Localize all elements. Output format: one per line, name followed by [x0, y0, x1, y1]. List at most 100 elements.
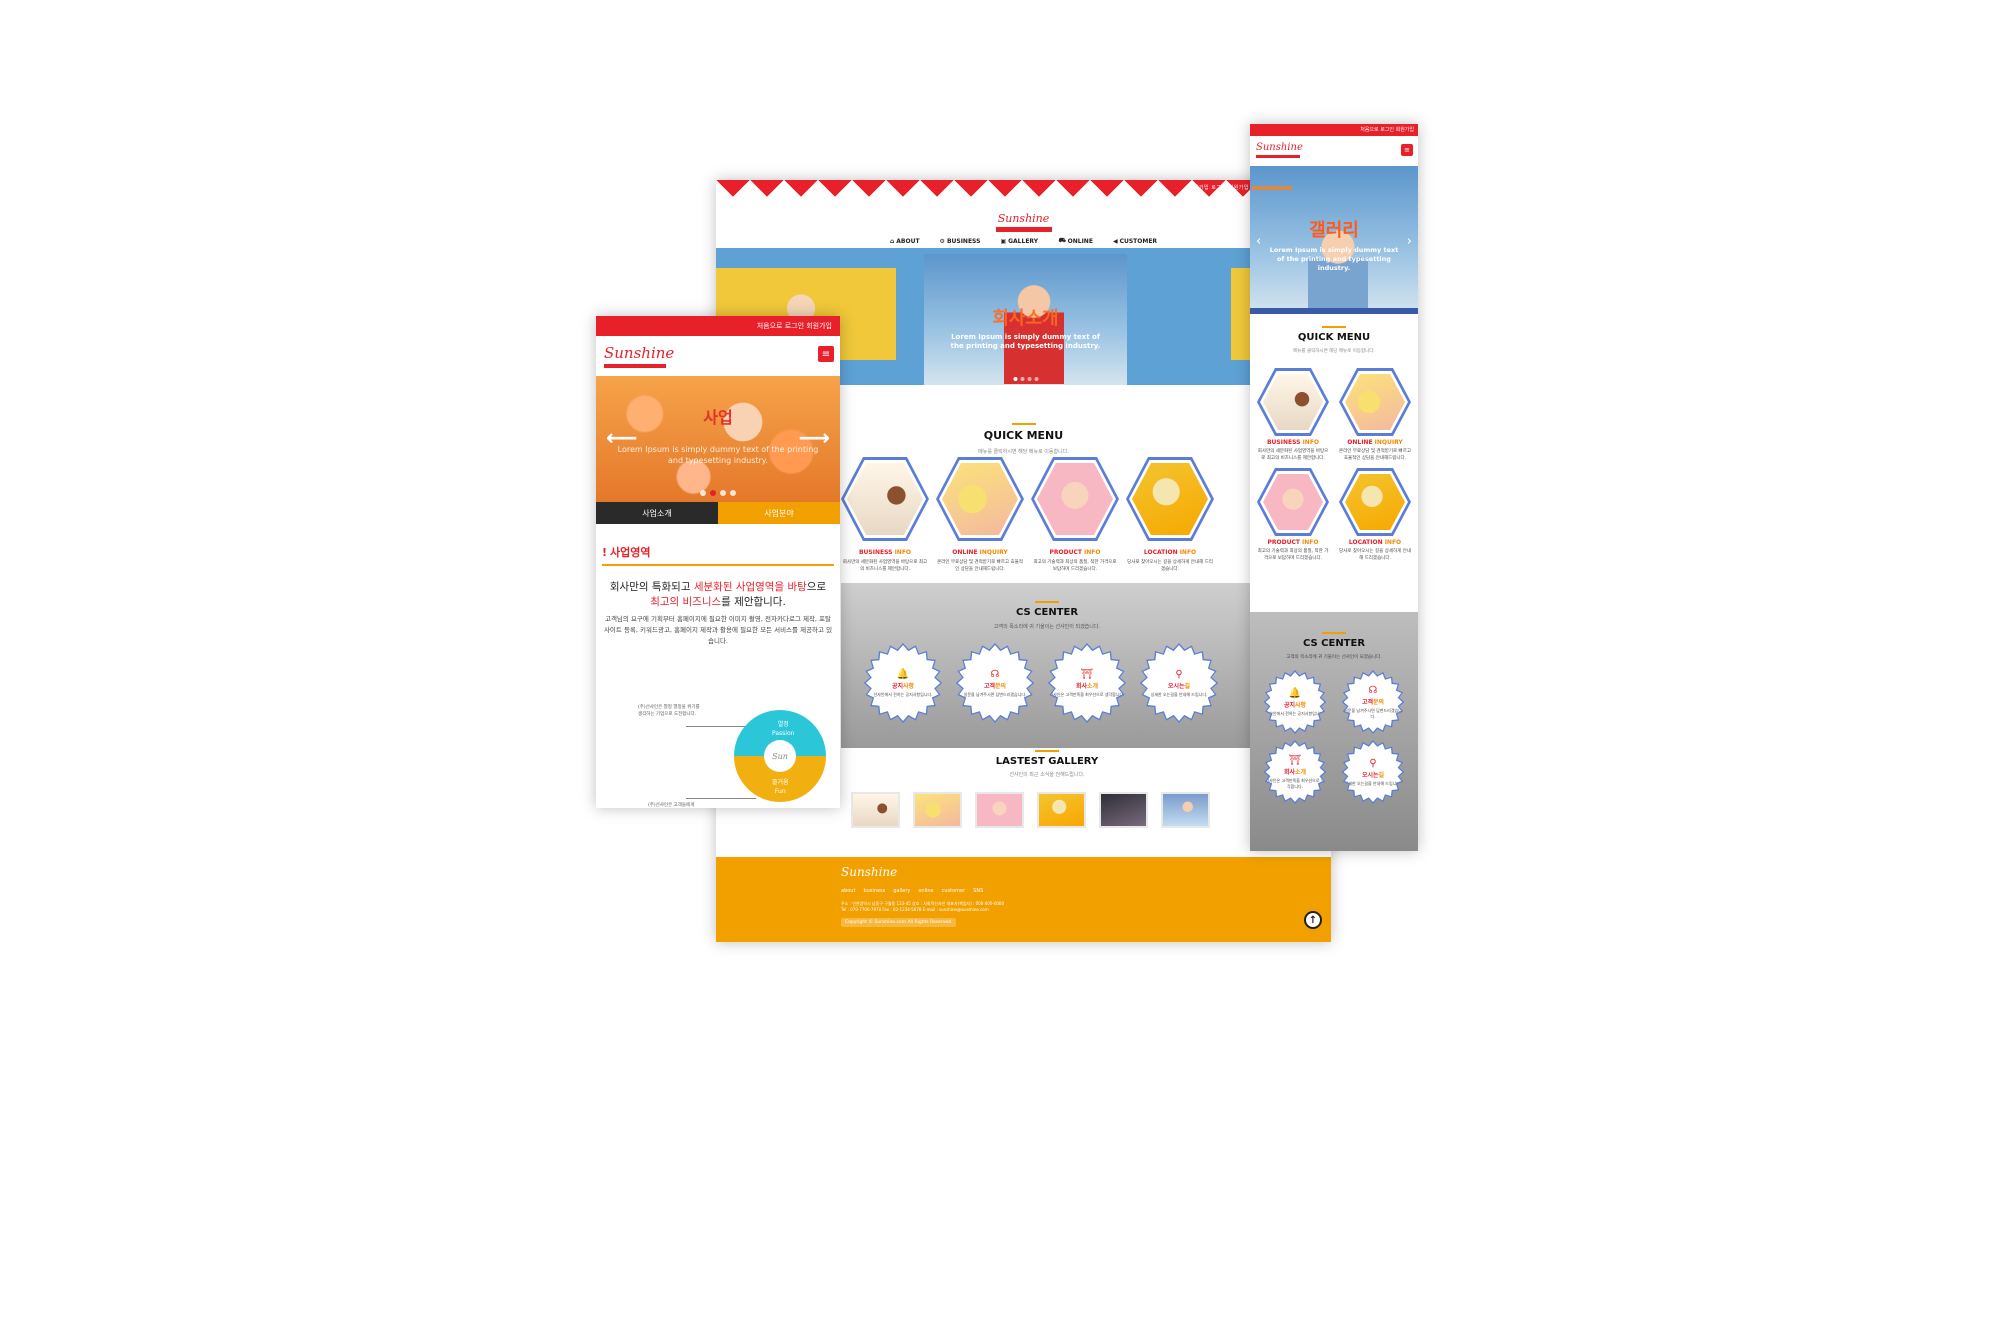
nav-about[interactable]: ⌂ ABOUT: [890, 237, 920, 245]
quick-location-info[interactable]: LOCATION INFO 당사로 찾아오시는 길을 상세하게 안내해 드리겠습…: [1339, 468, 1411, 562]
cs-notice[interactable]: 🔔 공지사항 선샤인에서 전하는 공지사항입니다.: [863, 643, 943, 723]
cs-desc: 상세한 오는길을 안내해 드립니다.: [1150, 691, 1208, 697]
slider-dot[interactable]: [1034, 377, 1038, 381]
footer-link-gallery[interactable]: gallery: [893, 888, 910, 894]
logo[interactable]: Sunshine: [604, 344, 674, 368]
gallery-thumb[interactable]: [913, 792, 962, 828]
quick-business-info[interactable]: BUSINESS INFO 회사만의 세분화된 사업영역을 바탕으로 최고의 비…: [841, 457, 929, 573]
cs-title: 회사소개: [1076, 681, 1098, 690]
cs-inquiry[interactable]: ☊ 고객문의 일문을 남겨주시면 답변드리겠습니다.: [955, 643, 1035, 723]
menu-icon: ≡: [1404, 146, 1410, 154]
footer-link-about[interactable]: about: [841, 888, 855, 894]
cs-location[interactable]: ⚲ 오시는길 상세한 오는길을 안내해 드립니다.: [1139, 643, 1219, 723]
slider-dot[interactable]: [710, 490, 716, 496]
diagram-leader-line: [686, 798, 756, 799]
nav-label: CUSTOMER: [1119, 237, 1158, 245]
desktop-header: 회원가입 로그인 회원가입 Sunshine ⌂ ABOUT ⚙ BUSINESS …: [716, 180, 1331, 248]
cs-desc: 선샤인은 고객만족을 최우선으로 생각합니다.: [1049, 691, 1125, 697]
nav-business[interactable]: ⚙ BUSINESS: [940, 237, 981, 245]
quick-product-info[interactable]: PRODUCT INFO 최고의 기술력과 최상의 품질, 착한 가격으로 보답…: [1031, 457, 1119, 573]
title-part: PRODUCT: [1267, 539, 1303, 546]
slider-dot[interactable]: [1013, 377, 1017, 381]
nav-label: GALLERY: [1008, 237, 1039, 245]
title-part: INFO: [1084, 549, 1101, 556]
cs-center-section: CS CENTER 고객의 목소리에 귀 기울이는 선샤인이 되겠습니다. 🔔 공…: [1250, 612, 1418, 851]
title-part: INQUIRY: [1374, 439, 1403, 446]
footer-link-business[interactable]: business: [863, 888, 885, 894]
quick-desc: 회사만의 세분화된 사업영역을 바탕으로 최고의 비즈니스를 제안합니다.: [842, 560, 928, 572]
mobile-hero-slider[interactable]: 갤러리 Lorem Ipsum is simply dummy text of …: [1250, 166, 1418, 314]
nav-online[interactable]: ⛟ ONLINE: [1058, 237, 1093, 245]
arrow-right-icon[interactable]: ⟶: [798, 426, 830, 451]
hero-text-line: Lorem Ipsum is simply dummy text of: [951, 333, 1100, 341]
image-icon: ▣: [1000, 237, 1007, 245]
gallery-thumb[interactable]: [1099, 792, 1148, 828]
slider-dot[interactable]: [1027, 377, 1031, 381]
utility-links[interactable]: 처음으로 로그인 회원가입: [1360, 126, 1414, 133]
logo-bar: [604, 364, 666, 368]
tab-business-intro[interactable]: 사업소개: [596, 502, 718, 524]
cs-about[interactable]: ⛩ 회사소개 선샤인은 고객만족을 최우선으로 생각합니다.: [1263, 740, 1327, 804]
cs-grid: 🔔 공지사항 선샤인에서 전하는 공지사항입니다. ☊ 고객문의 일문을 남겨주시면 답…: [1250, 670, 1418, 804]
scroll-top-button[interactable]: ↑: [1304, 911, 1322, 929]
footer-logo[interactable]: Sunshine: [841, 865, 897, 879]
cs-desc: 일문을 남겨주시면 답변드리겠습니다.: [963, 691, 1027, 697]
slider-dot[interactable]: [720, 490, 726, 496]
logo[interactable]: Sunshine: [1256, 142, 1303, 158]
gallery-thumbnails: [851, 792, 1210, 828]
hamburger-menu-button[interactable]: ≡: [818, 346, 834, 362]
cs-title: 회사소개: [1284, 767, 1306, 776]
quick-product-info[interactable]: PRODUCT INFO 최고의 기술력과 최상의 품질, 착한 가격으로 보답…: [1257, 468, 1329, 562]
tab-business-field[interactable]: 사업분야: [718, 502, 840, 524]
title-part: 오시는: [1361, 771, 1379, 779]
cs-about[interactable]: ⛩ 회사소개 선샤인은 고객만족을 최우선으로 생각합니다.: [1047, 643, 1127, 723]
chevron-left-icon[interactable]: ‹: [1256, 234, 1261, 249]
cs-notice[interactable]: 🔔 공지사항 선샤인에서 전하는 공지사항입니다.: [1263, 670, 1327, 734]
slider-dots: [1013, 377, 1038, 381]
value-diagram: (주)선샤인은 열정 열정을 위기를 생각하는 기업으로 도전합니다. Sun 열…: [596, 698, 840, 808]
title-part: 공지: [1283, 701, 1295, 709]
mobile-topbar: 처음으로 로그인 회원가입: [596, 316, 840, 336]
title-part: INFO: [894, 549, 912, 556]
mockup-stage: 회원가입 로그인 회원가입 Sunshine ⌂ ABOUT ⚙ BUSINESS …: [0, 0, 2000, 1333]
mobile-hero-slider[interactable]: 사업 Lorem Ipsum is simply dummy text of t…: [596, 376, 840, 502]
slider-dot[interactable]: [730, 490, 736, 496]
quick-title: ONLINE INQUIRY: [936, 549, 1024, 556]
quick-title: LOCATION INFO: [1339, 539, 1411, 546]
quick-online-inquiry[interactable]: ONLINE INQUIRY 온라인 무료상담 및 견적받기로 빠르고 효율적인…: [936, 457, 1024, 573]
arrow-left-icon[interactable]: ⟵: [606, 426, 638, 451]
hero-text: Lorem Ipsum is simply dummy text of the …: [617, 445, 819, 465]
footer-link-customer[interactable]: customer: [942, 888, 966, 894]
gallery-thumb[interactable]: [975, 792, 1024, 828]
quick-online-inquiry[interactable]: ONLINE INQUIRY 온라인 무료상담 및 견적받기로 빠르고 효율적인…: [1339, 368, 1411, 462]
gallery-thumb[interactable]: [1161, 792, 1210, 828]
gallery-thumb[interactable]: [851, 792, 900, 828]
utility-links[interactable]: 회원가입 로그인 회원가입: [1189, 184, 1249, 191]
footer-link-sns[interactable]: SNS: [973, 888, 983, 894]
utility-links[interactable]: 처음으로 로그인 회원가입: [757, 321, 832, 331]
ear-icon: ☊: [1368, 685, 1378, 696]
gallery-thumb[interactable]: [1037, 792, 1086, 828]
cs-inquiry[interactable]: ☊ 고객문의 일문을 남겨주시면 답변드리겠습니다.: [1341, 670, 1405, 734]
lead-line: 회사만의 특화되고 세분화된 사업영역을 바탕으로: [596, 580, 840, 595]
title-part: INFO: [1179, 549, 1197, 556]
segment-label-en: Fun: [774, 788, 786, 795]
slider-dot[interactable]: [1020, 377, 1024, 381]
hamburger-menu-button[interactable]: ≡: [1401, 144, 1413, 156]
logo[interactable]: Sunshine: [995, 212, 1052, 232]
lead-highlight: 최고의 비즈니스: [650, 596, 722, 608]
quick-business-info[interactable]: BUSINESS INFO 회사만의 세분화된 사업영역을 바탕으로 최고의 비…: [1257, 368, 1329, 462]
footer-link-online[interactable]: online: [918, 888, 933, 894]
logo-text: Sunshine: [1256, 142, 1303, 153]
slider-dot[interactable]: [700, 490, 706, 496]
cs-location[interactable]: ⚲ 오시는길 상세한 오는길을 안내해 드립니다.: [1341, 740, 1405, 804]
title-part: 고객: [983, 682, 995, 690]
footer: Sunshine about business gallery online c…: [716, 857, 1331, 942]
nav-customer[interactable]: ◀ CUSTOMER: [1113, 237, 1157, 245]
hero-caption: 회사소개 Lorem Ipsum is simply dummy text of…: [924, 304, 1127, 351]
chevron-right-icon[interactable]: ›: [1407, 234, 1412, 249]
section-title: LASTEST GALLERY: [841, 756, 1253, 767]
hero-text-line: the printing and typesetting industry.: [950, 342, 1101, 350]
quick-location-info[interactable]: LOCATION INFO 당사로 찾아오시는 길을 상세하게 안내해 드리겠습…: [1126, 457, 1214, 573]
nav-gallery[interactable]: ▣ GALLERY: [1000, 237, 1038, 245]
